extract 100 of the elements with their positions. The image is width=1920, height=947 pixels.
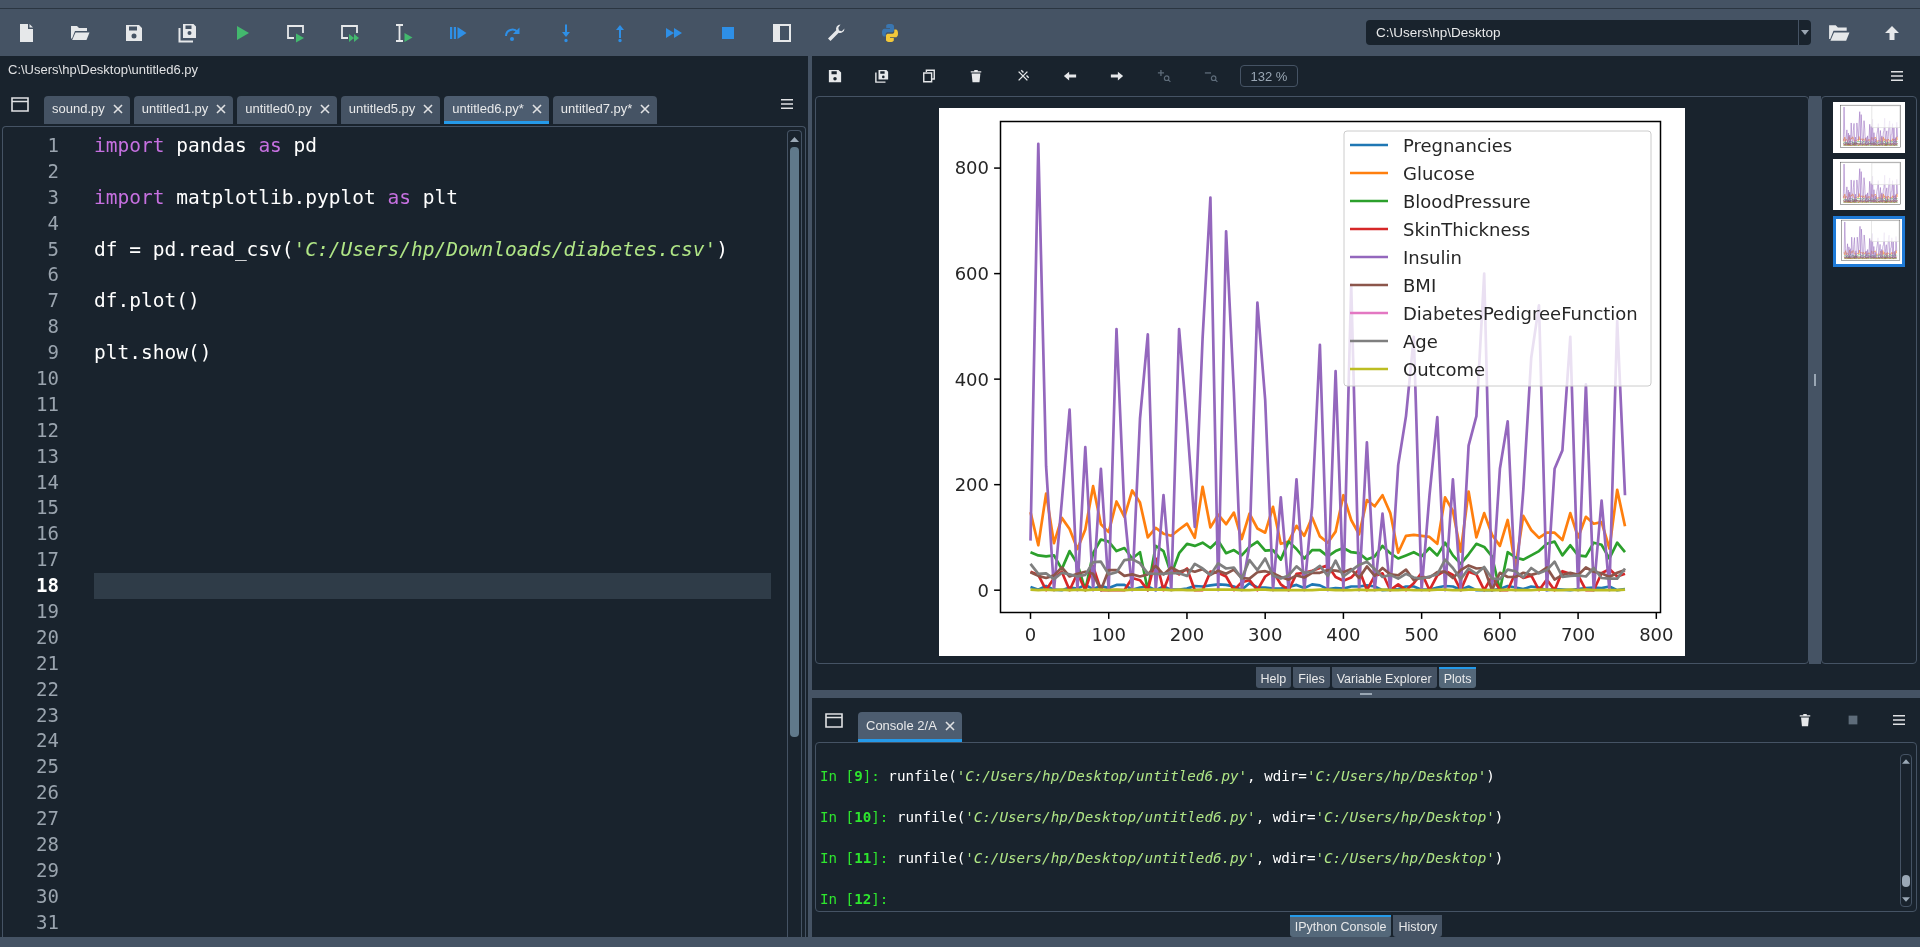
x-tick-label: 400 bbox=[1326, 623, 1361, 645]
panel-layout-icon[interactable] bbox=[772, 22, 792, 43]
right-arrow-icon[interactable] bbox=[1110, 69, 1124, 83]
legend-label: Pregnancies bbox=[1403, 134, 1513, 156]
close-icon[interactable] bbox=[944, 720, 955, 731]
up-arrow-icon[interactable] bbox=[1884, 24, 1900, 41]
caret-icon[interactable] bbox=[1801, 30, 1809, 35]
save-icon[interactable] bbox=[828, 69, 842, 83]
dock-tab[interactable]: IPython Console bbox=[1289, 915, 1392, 937]
code-line: df.plot() bbox=[94, 288, 201, 315]
x-tick-label: 0 bbox=[1024, 623, 1037, 645]
dock-tab[interactable]: History bbox=[1393, 915, 1443, 937]
line-number: 9 bbox=[46, 340, 60, 366]
cross-icon[interactable] bbox=[1016, 69, 1030, 83]
dock-tab[interactable]: Variable Explorer bbox=[1331, 667, 1437, 688]
console-tab[interactable]: Console 2/A bbox=[858, 712, 962, 742]
close-icon[interactable] bbox=[531, 103, 542, 114]
line-number: 28 bbox=[35, 832, 60, 858]
legend-label: SkinThickness bbox=[1403, 218, 1531, 240]
scrollbar-track[interactable] bbox=[787, 130, 802, 937]
plot-thumbnail[interactable] bbox=[1833, 216, 1905, 267]
legend-label: Insulin bbox=[1403, 246, 1462, 268]
line-number: 31 bbox=[35, 909, 60, 935]
file-path-label: C:\Users\hp\Desktop\untitled6.py bbox=[7, 61, 200, 79]
code-line: import matplotlib.pyplot as plt bbox=[94, 184, 459, 211]
scrollbar-thumb[interactable] bbox=[1902, 875, 1910, 887]
line-number: 12 bbox=[35, 417, 60, 443]
zoom-field[interactable]: 132 % bbox=[1240, 65, 1298, 87]
window-icon[interactable] bbox=[825, 712, 843, 728]
close-icon[interactable] bbox=[112, 103, 123, 114]
folder-icon[interactable] bbox=[1828, 23, 1850, 42]
line-number: 18 bbox=[35, 573, 60, 599]
wrench-icon[interactable] bbox=[826, 22, 846, 43]
x-tick-label: 600 bbox=[1482, 623, 1518, 645]
menu-icon[interactable] bbox=[1892, 714, 1906, 726]
line-number: 13 bbox=[35, 443, 60, 469]
line-number: 27 bbox=[35, 806, 60, 832]
line-number: 29 bbox=[35, 857, 60, 883]
left-arrow-icon[interactable] bbox=[1063, 69, 1077, 83]
editor-tab[interactable]: untitled5.py bbox=[340, 96, 441, 124]
close-icon[interactable] bbox=[640, 103, 651, 114]
cursor-play-icon[interactable] bbox=[394, 22, 414, 43]
console-line: In [9]: runfile('C:/Users/hp/Desktop/untitled6.py', wdir='C:/Users/hp/Desktop') bbox=[820, 767, 1496, 787]
menu-icon[interactable] bbox=[1890, 70, 1904, 82]
code-line: import pandas as pd bbox=[94, 133, 319, 159]
line-number: 2 bbox=[46, 158, 60, 184]
line-number: 16 bbox=[35, 521, 60, 547]
splitter-handle[interactable] bbox=[1360, 693, 1372, 695]
line-number: 24 bbox=[35, 728, 60, 754]
code-line: plt.show() bbox=[94, 340, 213, 366]
close-icon[interactable] bbox=[423, 103, 434, 114]
editor-tab[interactable]: sound.py bbox=[44, 96, 130, 124]
trash-icon[interactable] bbox=[1798, 713, 1812, 727]
legend-label: Outcome bbox=[1403, 358, 1486, 380]
x-tick-label: 800 bbox=[1639, 623, 1674, 645]
line-number: 4 bbox=[46, 210, 60, 236]
trash-icon[interactable] bbox=[969, 69, 983, 83]
close-icon[interactable] bbox=[319, 103, 330, 114]
legend-label: BMI bbox=[1403, 274, 1437, 296]
line-number: 21 bbox=[35, 650, 60, 676]
save-all-icon[interactable] bbox=[875, 69, 889, 83]
line-number: 8 bbox=[46, 314, 60, 340]
frame-play-icon[interactable] bbox=[286, 22, 306, 43]
menu-icon[interactable] bbox=[780, 98, 794, 110]
scrollbar-thumb[interactable] bbox=[790, 147, 799, 737]
scrollbar-track[interactable] bbox=[1900, 754, 1912, 907]
editor-tab[interactable]: untitled1.py bbox=[133, 96, 234, 124]
frame-fast-forward-icon[interactable] bbox=[340, 22, 360, 43]
line-number: 20 bbox=[35, 624, 60, 650]
save-all-icon[interactable] bbox=[178, 22, 198, 43]
console-line: In [10]: runfile('C:/Users/hp/Desktop/untitled6.py', wdir='C:/Users/hp/Desktop') bbox=[820, 808, 1505, 828]
y-tick-label: 600 bbox=[954, 263, 989, 284]
code-line: df = pd.read_csv('C:/Users/hp/Downloads/diabetes.csv') bbox=[94, 236, 729, 263]
path-combobox[interactable]: C:\Users\hp\Desktop bbox=[1366, 20, 1811, 45]
line-number: 30 bbox=[35, 883, 60, 909]
dock-tab[interactable]: Help bbox=[1255, 667, 1292, 688]
window-icon[interactable] bbox=[11, 96, 29, 112]
line-number: 5 bbox=[46, 236, 60, 262]
line-number: 15 bbox=[35, 495, 60, 521]
editor-tab[interactable]: untitled6.py* bbox=[444, 96, 549, 124]
save-icon[interactable] bbox=[124, 22, 144, 43]
up-caret-icon[interactable] bbox=[1902, 759, 1910, 764]
up-caret-icon[interactable] bbox=[790, 137, 799, 142]
y-tick-label: 400 bbox=[954, 368, 989, 390]
editor-tab[interactable]: untitled7.py* bbox=[552, 96, 658, 124]
down-caret-icon[interactable] bbox=[1902, 897, 1910, 902]
line-number: 26 bbox=[35, 780, 60, 806]
python-logo-icon[interactable] bbox=[880, 22, 900, 43]
legend-label: DiabetesPedigreeFunction bbox=[1403, 302, 1638, 324]
y-tick-label: 200 bbox=[954, 474, 989, 496]
legend-label: Glucose bbox=[1403, 162, 1475, 184]
line-number: 17 bbox=[35, 547, 60, 573]
dock-tab[interactable]: Files bbox=[1293, 667, 1330, 688]
copy-icon[interactable] bbox=[922, 69, 936, 83]
dock-tab[interactable]: Plots bbox=[1438, 667, 1477, 688]
close-icon[interactable] bbox=[216, 103, 227, 114]
editor-tab[interactable]: untitled0.py bbox=[237, 96, 337, 124]
x-tick-label: 200 bbox=[1169, 623, 1205, 645]
line-number: 6 bbox=[46, 262, 60, 288]
splitter-handle[interactable] bbox=[1814, 374, 1816, 386]
